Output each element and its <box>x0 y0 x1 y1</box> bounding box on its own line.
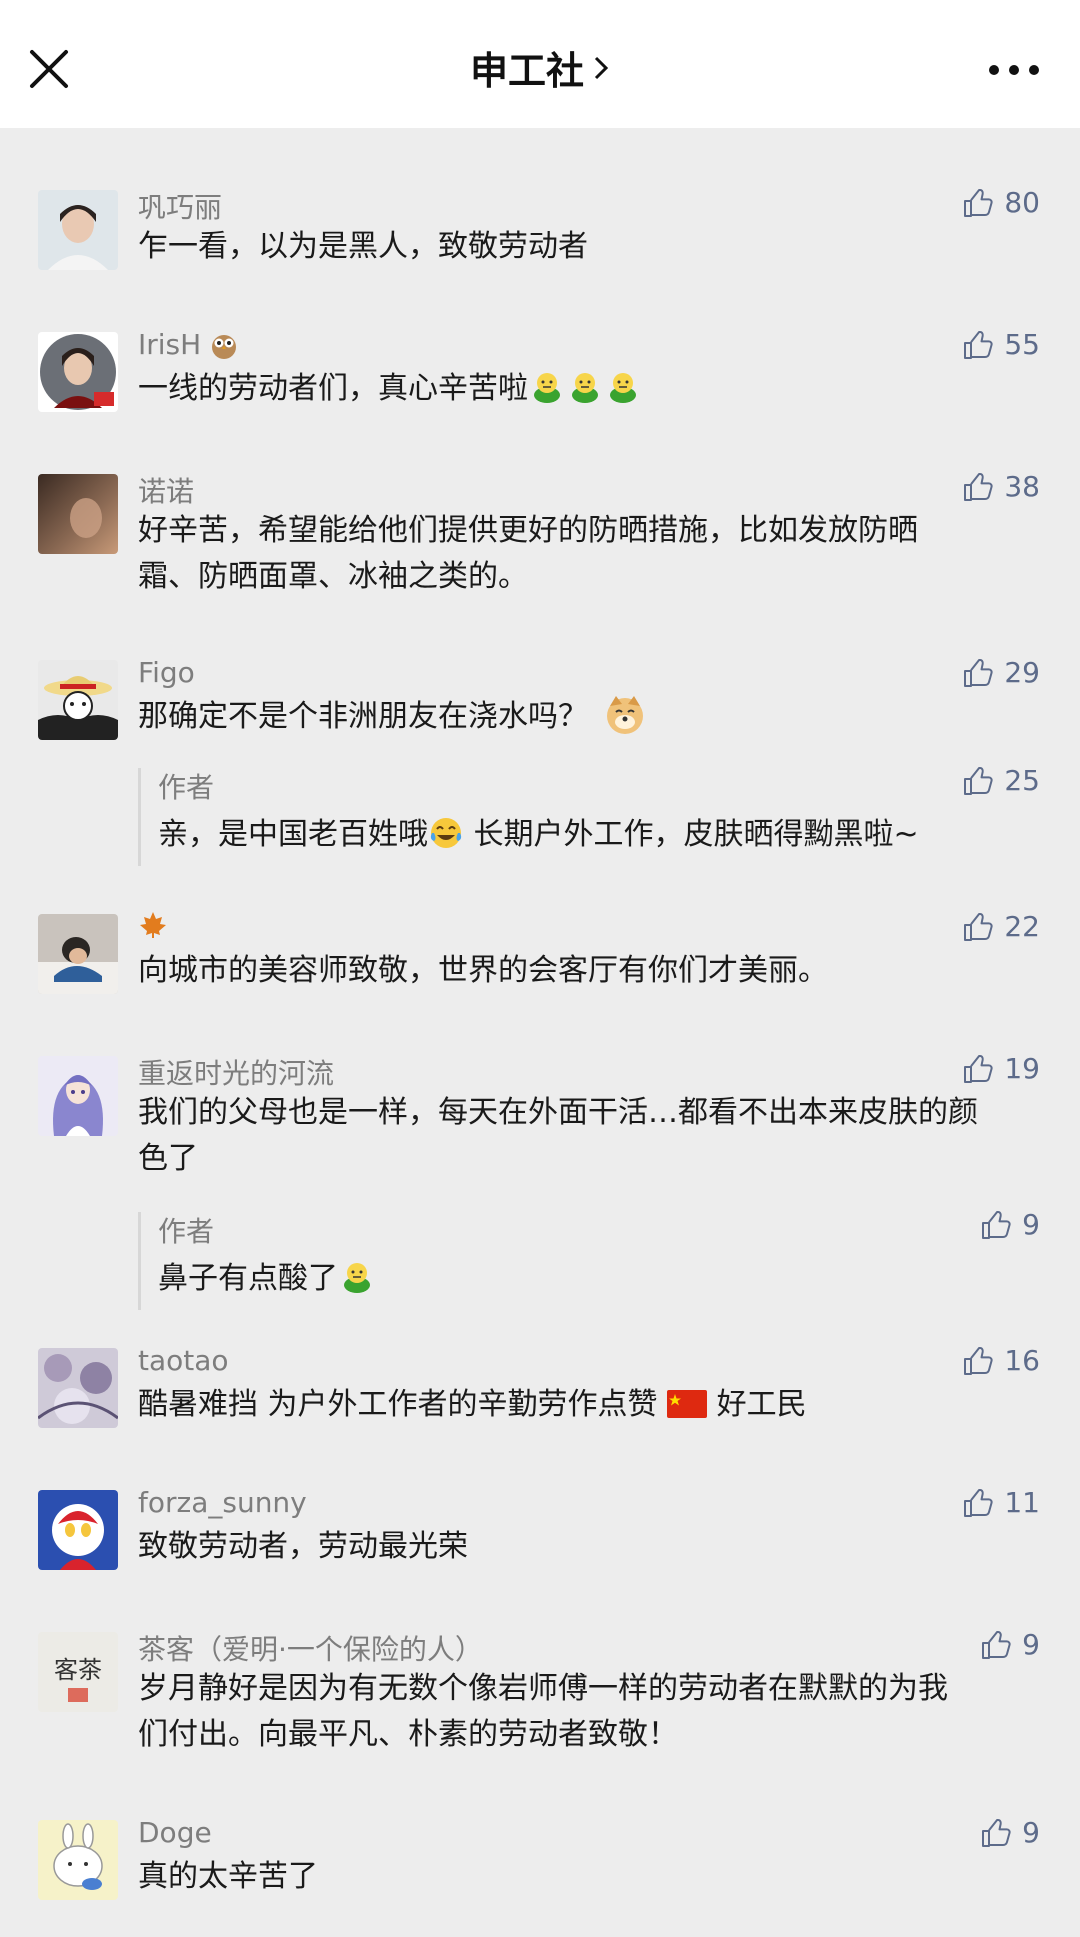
like-count: 11 <box>1004 1486 1040 1519</box>
thumbs-up-icon <box>980 1209 1012 1241</box>
comment-text: 致敬劳动者，劳动最光荣 <box>138 1529 468 1564</box>
like-button[interactable]: 29 <box>962 656 1040 689</box>
thumbs-up-icon <box>962 1345 994 1377</box>
like-button[interactable]: 9 <box>980 1208 1040 1241</box>
reply-author-name: 作者 <box>158 771 215 804</box>
reply-divider <box>138 1212 141 1310</box>
like-count: 16 <box>1004 1344 1040 1377</box>
thumbs-up-icon <box>962 471 994 503</box>
reply-text: 亲，是中国老百姓哦 长期户外工作，皮肤晒得黝黑啦~ <box>158 817 919 852</box>
like-button[interactable]: 9 <box>980 1628 1040 1661</box>
tears-of-joy-emoji-icon <box>430 818 462 848</box>
avatar[interactable] <box>38 474 118 554</box>
like-count: 38 <box>1004 470 1040 503</box>
page-title-wrap: 申工社 <box>0 40 1080 95</box>
commenter-name <box>138 910 168 943</box>
avatar-calligraphy: 客茶 <box>54 1656 102 1684</box>
thumbs-up-icon <box>962 657 994 689</box>
commenter-name: 巩巧丽 <box>138 191 223 224</box>
commenter-name: IrisH <box>138 328 238 361</box>
emoji-face-icon <box>530 370 564 404</box>
like-button[interactable]: 19 <box>962 1052 1040 1085</box>
like-button[interactable]: 11 <box>962 1486 1040 1519</box>
commenter-name: forza_sunny <box>138 1486 307 1519</box>
more-dots-icon <box>989 65 1039 75</box>
like-button[interactable]: 80 <box>962 186 1040 219</box>
commenter-name: Figo <box>138 656 195 689</box>
like-button[interactable]: 16 <box>962 1344 1040 1377</box>
commenter-name: 诺诺 <box>138 475 195 508</box>
like-count: 9 <box>1022 1208 1040 1241</box>
like-count: 80 <box>1004 186 1040 219</box>
comment-text: 一线的劳动者们，真心辛苦啦 <box>138 366 1028 412</box>
thumbs-up-icon <box>962 911 994 943</box>
thumbs-up-icon <box>980 1817 1012 1849</box>
like-count: 9 <box>1022 1628 1040 1661</box>
emoji-face-icon <box>340 1260 374 1294</box>
comment-text: 真的太辛苦了 <box>138 1859 318 1894</box>
comment-text: 乍一看，以为是黑人，致敬劳动者 <box>138 229 588 264</box>
thumbs-up-icon <box>962 329 994 361</box>
commenter-name: taotao <box>138 1344 229 1377</box>
avatar[interactable] <box>38 332 118 412</box>
owl-emoji-icon <box>212 335 237 359</box>
like-button[interactable]: 22 <box>962 910 1040 943</box>
reply-author-name: 作者 <box>158 1215 215 1248</box>
thumbs-up-icon <box>980 1629 1012 1661</box>
like-count: 29 <box>1004 656 1040 689</box>
like-count: 19 <box>1004 1052 1040 1085</box>
avatar[interactable] <box>38 660 118 740</box>
like-button[interactable]: 25 <box>962 764 1040 797</box>
emoji-face-icon <box>606 370 640 404</box>
like-count: 22 <box>1004 910 1040 943</box>
commenter-name: 重返时光的河流 <box>138 1057 335 1090</box>
comment-text: 岁月静好是因为有无数个像岩师傅一样的劳动者在默默的为我 们付出。向最平凡、朴素的… <box>138 1671 948 1752</box>
comment-text: 我们的父母也是一样，每天在外面干活…都看不出本来皮肤的颜 色了 <box>138 1095 978 1176</box>
close-button[interactable] <box>20 38 80 98</box>
avatar[interactable] <box>38 1056 118 1136</box>
comment-text: 酷暑难挡 为户外工作者的辛勤劳作点赞 好工民 <box>138 1387 807 1422</box>
thumbs-up-icon <box>962 187 994 219</box>
like-button[interactable]: 55 <box>962 328 1040 361</box>
doge-emoji-icon <box>606 696 643 734</box>
comment-text: 向城市的美容师致敬，世界的会客厅有你们才美丽。 <box>138 953 828 988</box>
thumbs-up-icon <box>962 1487 994 1519</box>
close-icon <box>30 50 68 88</box>
comment-text: 那确定不是个非洲朋友在浇水吗？ <box>138 694 1028 740</box>
account-title-link[interactable]: 申工社 <box>470 40 610 95</box>
like-button[interactable]: 9 <box>980 1816 1040 1849</box>
more-button[interactable] <box>984 50 1044 90</box>
author-reply: 作者 25 亲，是中国老百姓哦 长期户外工作，皮肤晒得黝黑啦~ <box>138 764 1040 866</box>
chevron-right-icon <box>594 56 609 79</box>
like-count: 55 <box>1004 328 1040 361</box>
avatar[interactable] <box>38 1348 118 1428</box>
avatar[interactable] <box>38 1820 118 1900</box>
like-count: 9 <box>1022 1816 1040 1849</box>
thumbs-up-icon <box>962 1053 994 1085</box>
like-button[interactable]: 38 <box>962 470 1040 503</box>
author-reply: 作者 9 鼻子有点酸了 <box>138 1208 1040 1310</box>
maple-leaf-emoji-icon <box>140 912 166 938</box>
china-flag-icon <box>667 1390 708 1418</box>
emoji-face-icon <box>568 370 602 404</box>
avatar[interactable] <box>38 914 118 994</box>
avatar[interactable] <box>38 190 118 270</box>
avatar[interactable] <box>38 1490 118 1570</box>
commenter-name: Doge <box>138 1816 212 1849</box>
commenter-name: 茶客（爱明·一个保险的人） <box>138 1633 483 1666</box>
thumbs-up-icon <box>962 765 994 797</box>
page-title: 申工社 <box>469 49 584 93</box>
comment-text: 好辛苦，希望能给他们提供更好的防晒措施，比如发放防晒 霜、防晒面罩、冰袖之类的。 <box>138 513 918 594</box>
top-bar: 申工社 <box>0 0 1080 128</box>
like-count: 25 <box>1004 764 1040 797</box>
reply-divider <box>138 768 141 866</box>
avatar[interactable]: 客茶 <box>38 1632 118 1712</box>
reply-text: 鼻子有点酸了 <box>158 1256 376 1302</box>
